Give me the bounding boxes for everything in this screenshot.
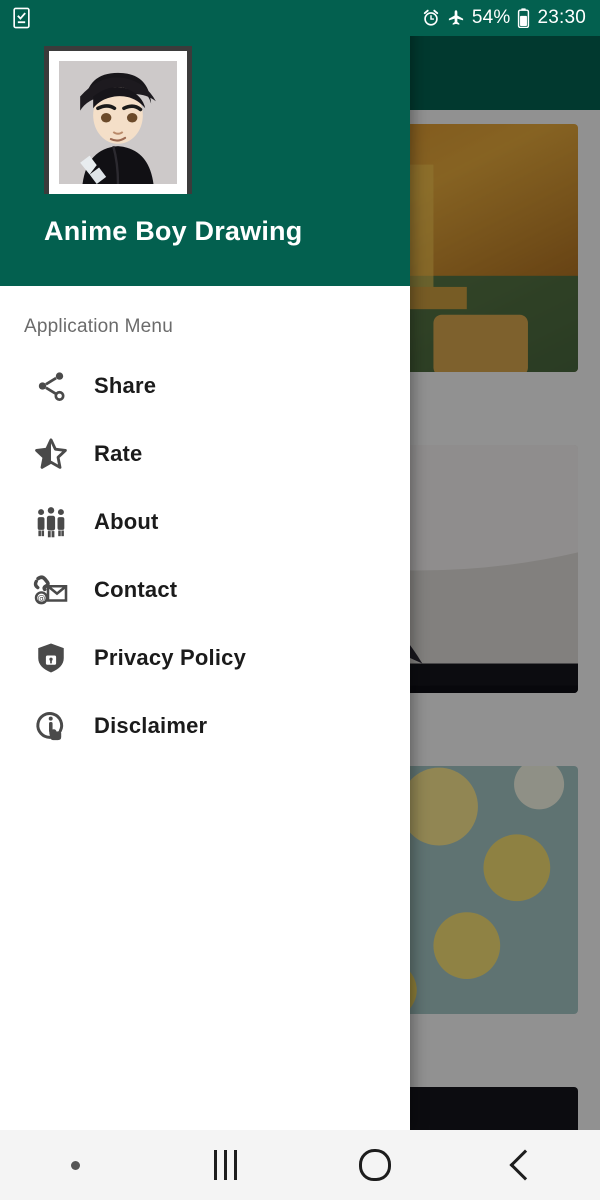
- battery-icon: [517, 8, 530, 28]
- menu-item-label: Contact: [94, 577, 178, 602]
- share-icon: [30, 365, 72, 407]
- phone-screen: deas: [0, 0, 600, 1200]
- alarm-clock-icon: [422, 9, 440, 27]
- status-bar-right: 54% 23:30: [422, 7, 586, 29]
- menu-item-label: Share: [94, 373, 157, 398]
- battery-percent: 54%: [471, 7, 511, 28]
- nav-dot-indicator: [0, 1130, 150, 1200]
- menu-item-label: About: [94, 509, 159, 534]
- menu-item-about[interactable]: About: [0, 488, 410, 556]
- checklist-icon: [12, 7, 31, 29]
- menu-section-label: Application Menu: [24, 316, 173, 337]
- svg-text:@: @: [37, 593, 45, 603]
- android-navigation-bar: [0, 1130, 600, 1200]
- recents-icon: [213, 1150, 237, 1180]
- menu-item-rate[interactable]: Rate: [0, 420, 410, 488]
- drawer-menu-list: Share Rate About @ Contact Privacy Polic…: [0, 338, 410, 760]
- contact-phone-mail-icon: @: [30, 569, 72, 611]
- home-icon: [359, 1149, 391, 1181]
- menu-item-contact[interactable]: @ Contact: [0, 556, 410, 624]
- app-icon: [44, 46, 192, 194]
- status-bar-left: [12, 7, 31, 29]
- info-hand-icon: [30, 705, 72, 747]
- drawer-header: Anime Boy Drawing: [0, 0, 410, 286]
- menu-item-label: Privacy Policy: [94, 645, 247, 670]
- star-half-icon: [30, 433, 72, 475]
- menu-item-label: Rate: [94, 441, 143, 466]
- home-button[interactable]: [300, 1130, 450, 1200]
- back-icon: [509, 1149, 541, 1181]
- menu-item-share[interactable]: Share: [0, 352, 410, 420]
- menu-item-privacy-policy[interactable]: Privacy Policy: [0, 624, 410, 692]
- clock-time: 23:30: [537, 7, 586, 28]
- airplane-mode-icon: [447, 9, 465, 27]
- drawer-app-title: Anime Boy Drawing: [44, 216, 303, 246]
- back-button[interactable]: [450, 1130, 600, 1200]
- status-bar: 54% 23:30: [0, 0, 600, 36]
- menu-item-label: Disclaimer: [94, 713, 208, 738]
- navigation-drawer: Anime Boy Drawing Application Menu Share: [0, 0, 410, 1130]
- shield-lock-icon: [30, 637, 72, 679]
- people-group-icon: [30, 501, 72, 543]
- recents-button[interactable]: [150, 1130, 300, 1200]
- menu-item-disclaimer[interactable]: Disclaimer: [0, 692, 410, 760]
